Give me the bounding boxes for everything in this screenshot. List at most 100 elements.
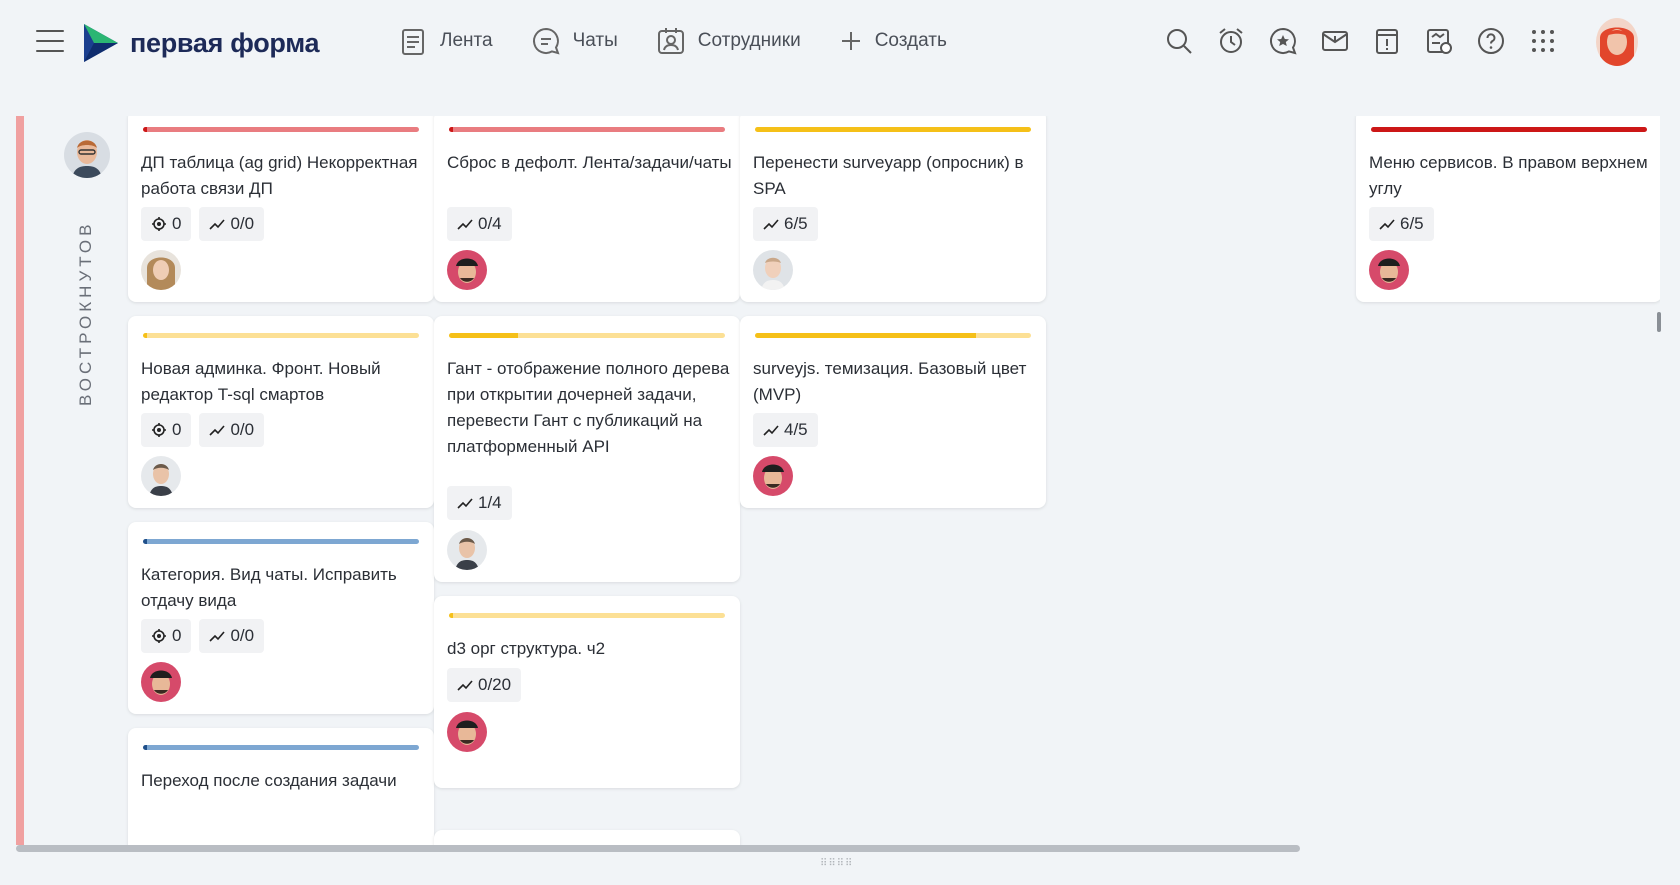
logo-icon (84, 24, 118, 62)
logo-text: первая форма (130, 27, 320, 58)
task-card[interactable]: Сброс в дефолт. Лента/задачи/чаты 0/4 (434, 116, 740, 302)
task-card[interactable]: Гант - отображение полного дерева при от… (434, 316, 740, 582)
card-chips: 0 0/0 (141, 207, 272, 241)
card-chips: 1/4 (447, 486, 520, 520)
nav-label-feed: Лента (440, 30, 493, 51)
card-title: Категория. Вид чаты. Исправить отдачу ви… (141, 565, 397, 610)
card-title: Перенести surveyapp (опросник) в SPA (753, 153, 1024, 198)
task-card[interactable]: surveyjs. темизация. Базовый цвет (MVP) … (740, 316, 1046, 508)
comments-chip[interactable]: 0 (141, 413, 192, 447)
apps-grid-icon[interactable] (1526, 24, 1560, 58)
resize-grip-icon[interactable]: ⠿⠿⠿⠿ (820, 858, 853, 869)
progress-chip[interactable]: 0/0 (199, 207, 265, 241)
notifications-icon[interactable] (1318, 24, 1352, 58)
comments-chip[interactable]: 0 (141, 619, 192, 653)
tasks-alert-icon[interactable] (1370, 24, 1404, 58)
assignee-avatar[interactable] (447, 530, 487, 570)
progress-value: 0/20 (478, 675, 512, 694)
card-chips: 0 0/0 (141, 619, 272, 653)
nav-item-employees[interactable]: Сотрудники (656, 26, 801, 56)
task-card[interactable]: Новая админка. Фронт. Новый редактор T-s… (128, 316, 434, 508)
nav-label-create: Создать (874, 30, 947, 51)
comments-count: 0 (172, 214, 182, 233)
card-progress-bar (449, 333, 725, 338)
main-nav: Лента Чаты Сотрудники Создать (400, 26, 985, 56)
comments-count: 0 (172, 420, 182, 439)
trend-icon (209, 631, 226, 642)
assignee-avatar[interactable] (141, 456, 181, 496)
lane-header: ВОСТРОКНУТОВ (24, 116, 136, 845)
card-chips: 4/5 (753, 413, 826, 447)
progress-chip[interactable]: 6/5 (1369, 207, 1434, 241)
progress-chip[interactable]: 0/20 (447, 668, 522, 702)
trend-icon (209, 425, 226, 436)
card-progress-bar (755, 333, 1031, 338)
logo[interactable]: первая форма (82, 22, 320, 64)
target-icon (152, 423, 166, 437)
progress-chip[interactable]: 6/5 (753, 207, 818, 241)
progress-value: 0/0 (230, 420, 255, 439)
assignee-avatar[interactable] (141, 662, 181, 702)
card-chips: 6/5 (1369, 207, 1442, 241)
card-chips: 0/20 (447, 668, 529, 702)
nav-item-chats[interactable]: Чаты (531, 26, 618, 56)
card-progress-bar (449, 613, 725, 618)
progress-chip[interactable]: 1/4 (447, 486, 512, 520)
progress-chip[interactable]: 0/0 (199, 413, 265, 447)
search-icon[interactable] (1162, 24, 1196, 58)
task-card[interactable]: Переход после создания задачи (128, 728, 434, 845)
card-title: Гант - отображение полного дерева при от… (447, 359, 730, 456)
progress-chip[interactable]: 0/0 (199, 619, 265, 653)
lane-color-stripe (16, 116, 24, 845)
task-card[interactable] (434, 830, 740, 845)
card-progress-bar (1371, 127, 1647, 132)
vertical-scrollbar[interactable] (1657, 312, 1661, 332)
progress-chip[interactable]: 4/5 (753, 413, 818, 447)
card-progress-bar (143, 333, 419, 338)
chat-icon (532, 27, 560, 55)
card-title: Переход после создания задачи (141, 771, 397, 790)
nav-label-chats: Чаты (572, 30, 618, 51)
progress-value: 1/4 (478, 493, 502, 512)
task-card[interactable]: Меню сервисов. В правом верхнем углу 6/5 (1356, 116, 1660, 302)
task-card[interactable]: Перенести surveyapp (опросник) в SPA 6/5 (740, 116, 1046, 302)
trend-icon (457, 498, 473, 509)
alarm-icon[interactable] (1214, 24, 1248, 58)
toolbar (1162, 24, 1578, 58)
favorites-icon[interactable] (1266, 24, 1300, 58)
assignee-avatar[interactable] (1369, 250, 1409, 290)
assignee-avatar[interactable] (141, 250, 181, 290)
progress-value: 0/0 (230, 626, 255, 645)
plus-icon (841, 32, 860, 50)
nav-item-feed[interactable]: Лента (400, 26, 493, 56)
card-title: ДП таблица (ag grid) Некорректная работа… (141, 153, 418, 198)
card-progress-bar (143, 127, 419, 132)
feed-icon (402, 29, 424, 55)
task-card[interactable]: Категория. Вид чаты. Исправить отдачу ви… (128, 522, 434, 714)
progress-value: 0/0 (230, 214, 255, 233)
assignee-avatar[interactable] (753, 250, 793, 290)
lane-owner-avatar[interactable] (64, 132, 110, 178)
assignee-avatar[interactable] (447, 250, 487, 290)
task-card[interactable]: d3 орг структура. ч2 0/20 (434, 596, 740, 788)
card-title: surveyjs. темизация. Базовый цвет (MVP) (753, 359, 1027, 404)
assignee-avatar[interactable] (447, 712, 487, 752)
trend-icon (209, 219, 226, 230)
card-chips: 6/5 (753, 207, 826, 241)
top-bar: первая форма Лента Чаты Сотрудники Созда… (0, 0, 1680, 86)
menu-icon[interactable] (36, 30, 64, 54)
trend-icon (1379, 219, 1395, 230)
card-progress-bar (755, 127, 1031, 132)
nav-item-create[interactable]: Создать (839, 29, 947, 53)
kanban-board: ВОСТРОКНУТОВ ДП таблица (ag grid) Некорр… (16, 116, 1660, 845)
trend-icon (457, 219, 473, 230)
progress-value: 6/5 (1400, 214, 1424, 233)
task-card[interactable]: ДП таблица (ag grid) Некорректная работа… (128, 116, 434, 302)
horizontal-scrollbar[interactable] (16, 845, 1300, 852)
progress-chip[interactable]: 0/4 (447, 207, 512, 241)
assignee-avatar[interactable] (753, 456, 793, 496)
comments-chip[interactable]: 0 (141, 207, 192, 241)
user-avatar[interactable] (1596, 18, 1638, 66)
help-icon[interactable] (1474, 24, 1508, 58)
reports-icon[interactable] (1422, 24, 1456, 58)
